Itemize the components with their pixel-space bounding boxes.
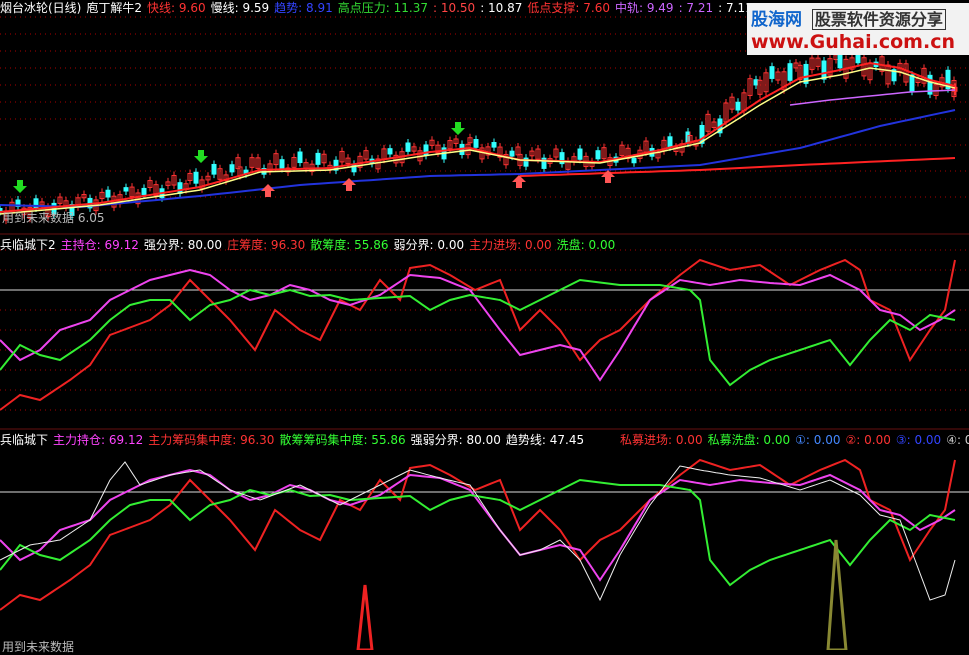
bot-qsx: 趋势线: 47.45 xyxy=(505,433,585,447)
hdr-low: 低点支撑: 7.60 xyxy=(527,1,610,15)
hdr-v2: : 10.87 xyxy=(480,1,523,15)
candle xyxy=(315,152,321,165)
private-entry-spike xyxy=(356,584,374,650)
botr-smjc: 私募进场: 0.00 xyxy=(620,433,703,447)
candle xyxy=(787,63,793,81)
candle xyxy=(769,66,775,79)
hdr-trend: 趋势: 8.91 xyxy=(274,1,333,15)
candle xyxy=(211,163,217,175)
price-header: 烟台冰轮(日线) 庖丁解牛2 快线: 9.60 慢线: 9.59 趋势: 8.91 高点压… xyxy=(0,0,758,16)
buy-arrow-icon xyxy=(13,180,27,193)
hdr-high: 高点压力: 11.37 xyxy=(337,1,428,15)
chart-area xyxy=(0,16,969,650)
indicator-panel-3 xyxy=(0,458,969,650)
botr-c2: ②: 0.00 xyxy=(845,433,891,447)
hdr-name: 烟台冰轮(日线) xyxy=(0,1,82,15)
mid-name: 兵临城下2 xyxy=(0,238,56,252)
hdr-v1: : 10.50 xyxy=(432,1,476,15)
logo-brand: 股海网 xyxy=(751,10,802,30)
bot-name: 兵临城下 xyxy=(0,433,49,447)
candle xyxy=(405,142,411,152)
candle xyxy=(279,159,285,169)
candle xyxy=(387,148,393,155)
panel3-footer: 用到未来数据 xyxy=(2,640,75,654)
buy-arrow-icon xyxy=(194,150,208,163)
mid-rfj: 弱分界: 0.00 xyxy=(393,238,465,252)
indicator3-header-right: 私募进场: 0.00 私募洗盘: 0.00 ①: 0.00 ②: 0.00 ③: 0.0… xyxy=(620,432,969,448)
logo-url: www.Guhai.com.cn xyxy=(751,31,955,53)
hdr-slow: 慢线: 9.59 xyxy=(210,1,270,15)
retail-chip-line xyxy=(0,278,956,387)
candle xyxy=(577,148,583,160)
indicator-panel-2 xyxy=(0,249,969,411)
candle xyxy=(837,52,843,69)
botr-c4: ④: 0.00 xyxy=(946,433,969,447)
candle xyxy=(491,142,497,148)
candle xyxy=(229,164,235,173)
up-arrow-icon xyxy=(512,175,526,188)
logo-slogan: 股票软件资源分享 xyxy=(811,9,946,30)
up-arrow-icon xyxy=(261,184,275,197)
botr-c1: ①: 0.00 xyxy=(795,433,841,447)
indicator3-header: 兵临城下 主力持仓: 69.12 主力筹码集中度: 96.30 散筹筹码集中度: 55… xyxy=(0,432,589,448)
hdr-mid: 中轨: 9.49 xyxy=(614,1,674,15)
mid-scd: 散筹度: 55.86 xyxy=(310,238,389,252)
candle xyxy=(821,60,827,80)
botr-smxp: 私募洗盘: 0.00 xyxy=(707,433,791,447)
candle xyxy=(177,182,183,194)
mid-zcc: 主持仓: 69.12 xyxy=(60,238,139,252)
candle xyxy=(909,74,915,92)
mid-zljc: 主力进场: 0.00 xyxy=(469,238,552,252)
bot-zlcc: 主力持仓: 69.12 xyxy=(53,433,144,447)
bot-sccm: 散筹筹码集中度: 55.86 xyxy=(279,433,406,447)
main-position-line xyxy=(0,268,956,382)
candle xyxy=(855,53,861,64)
botr-c3: ③: 0.00 xyxy=(895,433,942,447)
candle xyxy=(473,139,479,148)
candle xyxy=(141,187,147,195)
mid-qfj: 强分界: 80.00 xyxy=(143,238,223,252)
hdr-ind: 庖丁解牛2 xyxy=(86,1,143,15)
guhai-logo: 股海网 股票软件资源分享 www.Guhai.com.cn xyxy=(747,3,969,55)
candle xyxy=(509,150,515,157)
candle xyxy=(667,136,673,148)
hdr-v3: : 7.21 xyxy=(678,1,714,15)
mid-zcd: 庄筹度: 96.30 xyxy=(227,238,306,252)
candle xyxy=(123,187,129,192)
up-arrow-icon xyxy=(342,178,356,191)
hdr-fast: 快线: 9.60 xyxy=(147,1,206,15)
candle xyxy=(595,150,601,160)
candle xyxy=(631,157,637,164)
mid-xp: 洗盘: 0.00 xyxy=(556,238,616,252)
panel1-footer: 用到未来数据 6.05 xyxy=(2,211,105,225)
candle xyxy=(193,171,199,184)
candle xyxy=(297,151,303,164)
buy-arrow-icon xyxy=(451,122,465,135)
bot-qrfj: 强弱分界: 80.00 xyxy=(410,433,501,447)
candle xyxy=(753,79,759,86)
candle xyxy=(105,189,111,198)
indicator2-header: 兵临城下2 主持仓: 69.12 强分界: 80.00 庄筹度: 96.30 散筹度: … xyxy=(0,237,620,253)
candle xyxy=(735,101,741,111)
bot-zlcm: 主力筹码集中度: 96.30 xyxy=(148,433,275,447)
